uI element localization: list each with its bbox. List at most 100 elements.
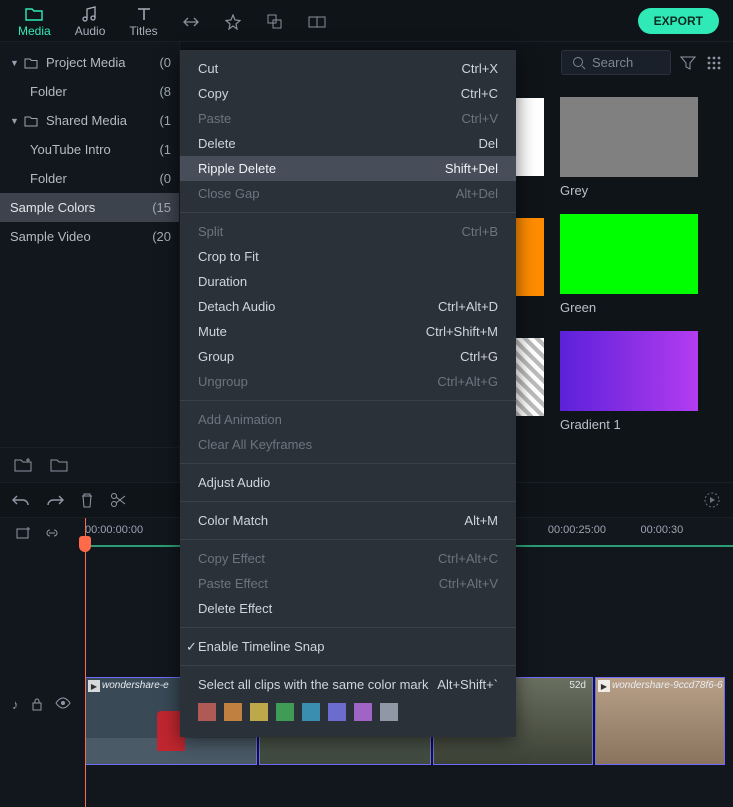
splitscreen-icon <box>308 13 326 31</box>
swatch-transparent-peek[interactable] <box>516 338 544 416</box>
folder-icon <box>24 115 40 127</box>
link-icon[interactable] <box>44 526 60 540</box>
swatch-2[interactable]: Gradient 1 <box>560 331 698 432</box>
delete-icon[interactable] <box>80 492 94 508</box>
text-icon <box>135 5 153 23</box>
sidebar-item-label: Sample Video <box>10 229 91 244</box>
tab-titles[interactable]: Titles <box>117 1 169 40</box>
ctx-item-shortcut: Del <box>478 136 498 151</box>
ctx-copy[interactable]: Copy Ctrl+C <box>180 81 516 106</box>
ctx-enable-timeline-snap[interactable]: ✓Enable Timeline Snap <box>180 634 516 659</box>
ctx-duration[interactable]: Duration <box>180 269 516 294</box>
ctx-cut[interactable]: CutCtrl+X <box>180 56 516 81</box>
sidebar-item-5[interactable]: Sample Colors(15 <box>0 193 179 222</box>
context-menu: CutCtrl+X Copy Ctrl+C Paste Ctrl+V Delete Del R… <box>180 50 516 737</box>
ctx-item-label: Delete Effect <box>198 601 272 616</box>
ctx-ungroup: UngroupCtrl+Alt+G <box>180 369 516 394</box>
ctx-item-shortcut: Ctrl+B <box>462 224 498 239</box>
swatch-1[interactable]: Green <box>560 214 698 315</box>
swatch-box <box>560 97 698 177</box>
color-chip[interactable] <box>276 703 294 721</box>
sidebar-item-1[interactable]: Folder(8 <box>0 77 179 106</box>
playhead[interactable] <box>85 518 86 807</box>
tab-effects[interactable] <box>212 9 254 33</box>
swatch-orange-peek[interactable] <box>516 218 544 296</box>
tab-split[interactable] <box>296 9 338 33</box>
ctx-item-shortcut: Ctrl+C <box>461 86 498 101</box>
color-chip[interactable] <box>198 703 216 721</box>
color-chip[interactable] <box>224 703 242 721</box>
color-chip[interactable] <box>250 703 268 721</box>
filter-icon[interactable] <box>679 54 697 72</box>
color-chip[interactable] <box>380 703 398 721</box>
sidebar-item-4[interactable]: Folder(0 <box>0 164 179 193</box>
ctx-adjust-audio[interactable]: Adjust Audio <box>180 470 516 495</box>
ctx-delete[interactable]: Delete Del <box>180 131 516 156</box>
ctx-item-label: Copy <box>198 86 228 101</box>
tab-elements[interactable] <box>254 9 296 33</box>
track-audio-icon[interactable]: ♪ <box>12 697 19 712</box>
ctx-item-label: Split <box>198 224 223 239</box>
ctx-item-label: Select all clips with the same color mar… <box>198 677 428 692</box>
sidebar-item-3[interactable]: YouTube Intro(1 <box>0 135 179 164</box>
search-input[interactable]: Search <box>561 50 671 75</box>
ctx-paste-effect: Paste EffectCtrl+Alt+V <box>180 571 516 596</box>
ctx-copy-effect: Copy EffectCtrl+Alt+C <box>180 546 516 571</box>
ctx-item-shortcut: Ctrl+Alt+C <box>438 551 498 566</box>
ctx-item-label: Clear All Keyframes <box>198 437 312 452</box>
ctx-crop-to-fit[interactable]: Crop to Fit <box>180 244 516 269</box>
tab-audio-label: Audio <box>75 24 106 38</box>
redo-icon[interactable] <box>46 493 64 507</box>
swatch-white-peek[interactable] <box>516 98 544 176</box>
ctx-delete-effect[interactable]: Delete Effect <box>180 596 516 621</box>
tab-audio[interactable]: Audio <box>63 1 118 40</box>
ctx-detach-audio[interactable]: Detach AudioCtrl+Alt+D <box>180 294 516 319</box>
ctx-color-match[interactable]: Color MatchAlt+M <box>180 508 516 533</box>
sidebar-item-2[interactable]: ▼Shared Media(1 <box>0 106 179 135</box>
sidebar-item-label: Shared Media <box>46 113 127 128</box>
search-icon <box>572 56 586 70</box>
ctx-item-shortcut: Ctrl+Shift+M <box>426 324 498 339</box>
export-button[interactable]: EXPORT <box>638 8 719 34</box>
timeline-clip-3[interactable]: ▶wondershare-9ccd78f6-6 <box>595 677 725 765</box>
color-chip[interactable] <box>354 703 372 721</box>
ctx-ripple-delete[interactable]: Ripple DeleteShift+Del <box>180 156 516 181</box>
ctx-group[interactable]: GroupCtrl+G <box>180 344 516 369</box>
ctx-item-shortcut: Ctrl+V <box>462 111 498 126</box>
render-icon[interactable] <box>703 491 721 509</box>
color-chip[interactable] <box>328 703 346 721</box>
ctx-split: Split Ctrl+B <box>180 219 516 244</box>
swatch-0[interactable]: Grey <box>560 97 698 198</box>
sidebar-item-count: (20 <box>152 229 171 244</box>
grid-view-icon[interactable] <box>705 54 723 72</box>
ctx-item-shortcut: Ctrl+Alt+D <box>438 299 498 314</box>
ctx-item-shortcut: Alt+M <box>464 513 498 528</box>
ctx-item-label: Mute <box>198 324 227 339</box>
ctx-item-label: Enable Timeline Snap <box>198 639 324 654</box>
folder-icon <box>24 57 40 69</box>
add-marker-icon[interactable] <box>16 526 32 540</box>
sidebar: ▼Project Media(0Folder(8▼Shared Media(1Y… <box>0 42 180 482</box>
track-visibility-icon[interactable] <box>55 697 71 712</box>
new-folder-icon[interactable] <box>50 458 68 472</box>
ctx-mute[interactable]: Mute Ctrl+Shift+M <box>180 319 516 344</box>
ruler-mark: 00:00:25:00 <box>548 524 641 536</box>
undo-icon[interactable] <box>12 493 30 507</box>
ctx-item-label: Delete <box>198 136 236 151</box>
tab-media[interactable]: Media <box>6 1 63 40</box>
ctx-select-all-clips-with-the-same-color-mark[interactable]: Select all clips with the same color mar… <box>180 672 516 697</box>
ctx-item-label: Group <box>198 349 234 364</box>
ctx-paste: Paste Ctrl+V <box>180 106 516 131</box>
scissors-icon[interactable] <box>110 492 126 508</box>
ctx-item-label: Paste <box>198 111 231 126</box>
sidebar-item-6[interactable]: Sample Video (20 <box>0 222 179 251</box>
sidebar-item-0[interactable]: ▼Project Media(0 <box>0 48 179 77</box>
new-folder-plus-icon[interactable] <box>14 458 32 472</box>
folder-icon <box>25 5 43 23</box>
tab-transitions[interactable] <box>170 9 212 33</box>
swatch-label: Green <box>560 300 698 315</box>
track-lock-icon[interactable] <box>31 697 43 712</box>
chevron-down-icon: ▼ <box>10 58 20 68</box>
clip-name: wondershare-9ccd78f6-6 <box>612 680 723 691</box>
color-chip[interactable] <box>302 703 320 721</box>
